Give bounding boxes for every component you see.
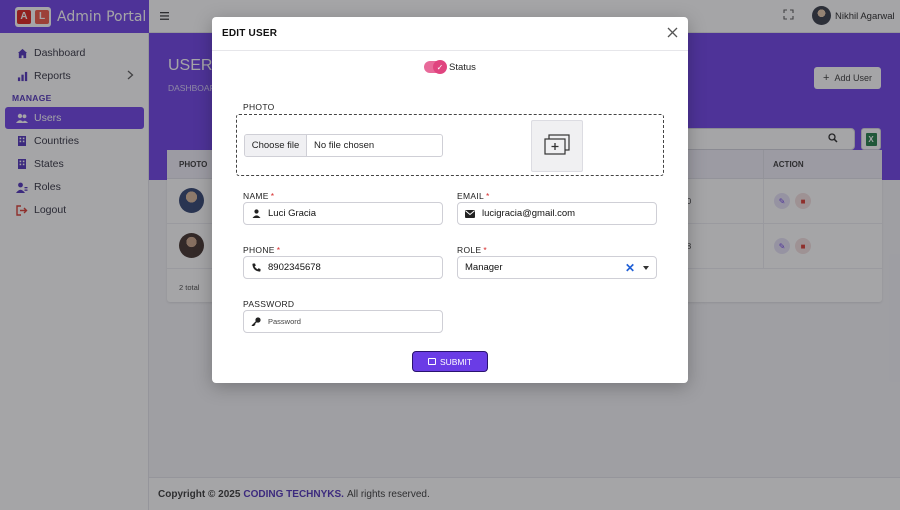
status-label: Status <box>449 61 476 73</box>
phone-value: 8902345678 <box>268 262 321 273</box>
status-toggle[interactable]: ✓ <box>424 60 447 74</box>
edit-user-modal: EDIT USER ✓ Status PHOTO Choose file No … <box>212 17 688 383</box>
email-value: lucigracia@gmail.com <box>482 208 576 219</box>
role-label-text: ROLE <box>457 245 482 255</box>
role-label: ROLE * <box>457 245 487 255</box>
photo-preview <box>531 120 583 172</box>
name-value: Luci Gracia <box>268 208 317 219</box>
password-field[interactable]: Password <box>243 310 443 333</box>
status-toggle-row: ✓ Status <box>424 60 476 74</box>
choose-file-button[interactable]: Choose file <box>245 135 307 156</box>
password-placeholder: Password <box>268 317 301 326</box>
file-status: No file chosen <box>314 140 375 151</box>
name-field[interactable]: Luci Gracia <box>243 202 443 225</box>
email-label: EMAIL * <box>457 191 490 201</box>
name-label: NAME * <box>243 191 274 201</box>
email-label-text: EMAIL <box>457 191 485 201</box>
phone-icon <box>244 263 268 272</box>
required-mark: * <box>276 245 281 255</box>
user-icon <box>244 209 268 218</box>
modal-header: EDIT USER <box>212 17 688 51</box>
file-input[interactable]: Choose file No file chosen <box>244 134 443 157</box>
required-mark: * <box>483 245 487 255</box>
check-icon: ✓ <box>433 60 447 74</box>
submit-label: SUBMIT <box>439 356 473 367</box>
role-select[interactable]: Manager ✕ <box>457 256 657 279</box>
clear-icon[interactable]: ✕ <box>625 261 635 275</box>
required-mark: * <box>486 191 490 201</box>
email-field[interactable]: lucigracia@gmail.com <box>457 202 657 225</box>
role-value: Manager <box>465 262 503 273</box>
envelope-icon <box>458 209 482 218</box>
caret-down-icon[interactable] <box>643 265 649 270</box>
submit-icon <box>427 358 436 365</box>
phone-label: PHONE * <box>243 245 280 255</box>
password-label: PASSWORD <box>243 299 295 309</box>
name-label-text: NAME <box>243 191 269 201</box>
close-icon[interactable] <box>667 26 678 40</box>
key-icon <box>244 317 268 326</box>
phone-field[interactable]: 8902345678 <box>243 256 443 279</box>
photo-label: PHOTO <box>243 102 275 112</box>
submit-button[interactable]: SUBMIT <box>412 351 488 372</box>
photo-dropzone[interactable]: Choose file No file chosen <box>236 114 664 176</box>
required-mark: * <box>270 191 275 201</box>
add-photo-icon <box>544 133 570 159</box>
phone-label-text: PHONE <box>243 245 275 255</box>
modal-title: EDIT USER <box>222 28 278 39</box>
